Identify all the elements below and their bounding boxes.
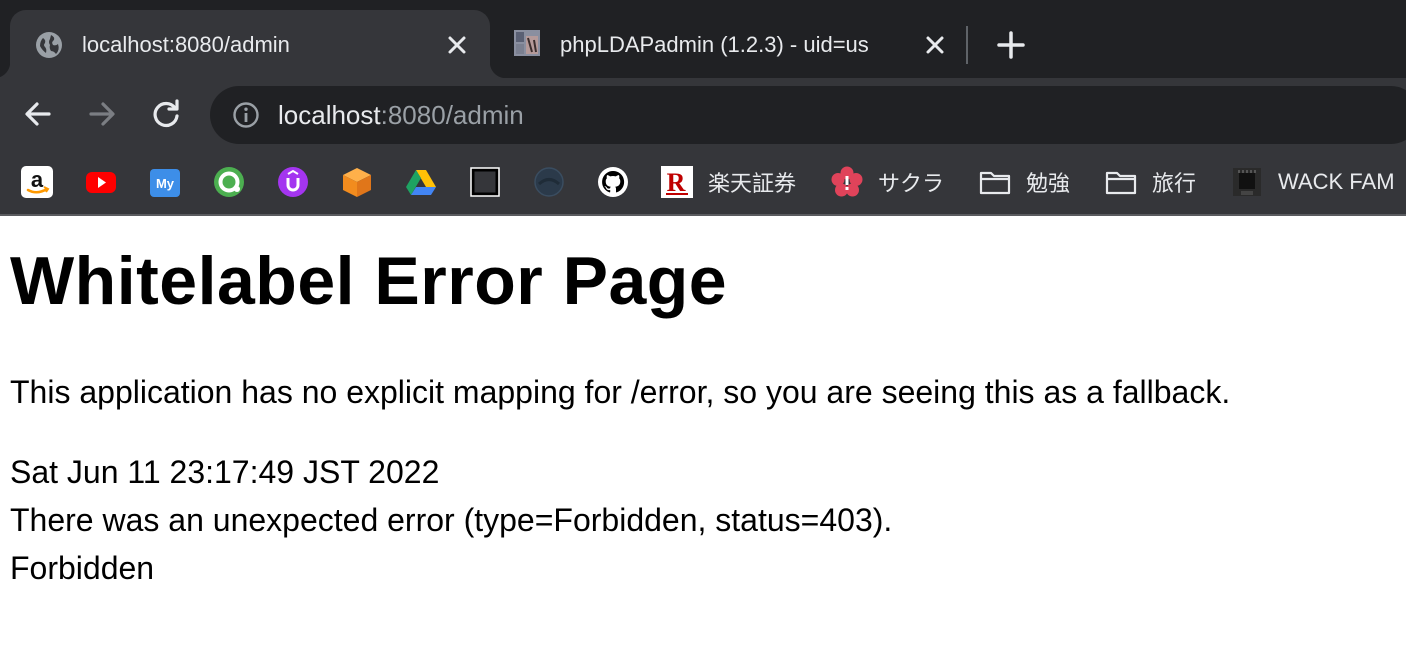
tab-title: localhost:8080/admin [82,32,290,57]
phpldapadmin-favicon [514,30,540,56]
new-tab-plus-icon[interactable] [994,28,1028,62]
tab-localhost-admin[interactable]: localhost:8080/admin [0,10,506,78]
bookmark-label: 旅行 [1152,171,1197,196]
folder-icon [979,171,1011,195]
bookmark-udemy[interactable] [276,164,310,200]
back-arrow-icon[interactable] [20,96,56,132]
error-timestamp: Sat Jun 11 23:17:49 JST 2022 [10,454,440,490]
bookmark-wack[interactable]: WACK FAM [1230,164,1395,200]
url-host: localhost [278,100,381,130]
bookmark-youtube[interactable] [84,164,118,200]
amazon-icon: a [21,166,53,198]
bookmark-rakuten[interactable]: R 楽天証券 [660,164,796,200]
bookmark-label: サクラ [878,171,945,196]
globe-icon [36,32,62,58]
github-icon [598,167,628,197]
close-icon[interactable] [444,32,470,58]
bookmark-sakura[interactable]: サクラ [830,164,944,200]
browser-chrome: localhost:8080/admin phpLDAPadmin (1.2.3… [0,0,1406,216]
bookmark-amazon[interactable]: a [20,164,54,200]
bookmarks-bar: a My R 楽天証券 サクラ 勉強 旅行 WACK FAM [0,150,1406,214]
info-icon[interactable] [232,101,260,129]
page-content: Whitelabel Error Page This application h… [0,216,1406,672]
url-text: localhost:8080/admin [278,99,524,131]
reload-icon[interactable] [148,96,184,132]
tab-separator [966,26,968,64]
bookmark-dark-circle[interactable] [532,164,566,200]
error-message: This application has no explicit mapping… [10,374,1231,410]
udemy-icon [278,167,308,197]
tab-strip: localhost:8080/admin phpLDAPadmin (1.2.3… [0,0,1406,78]
bookmark-label: WACK FAM [1278,169,1395,194]
dark-circle-icon [534,167,564,197]
youtube-icon [86,172,116,193]
green-circle-icon [214,167,244,197]
toolbar: localhost:8080/admin [0,78,1406,150]
rakuten-icon: R [661,166,693,198]
bookmark-green-circle[interactable] [212,164,246,200]
bookmark-square[interactable] [468,164,502,200]
forward-arrow-icon[interactable] [84,96,120,132]
bookmark-folder-study[interactable]: 勉強 [978,164,1070,200]
error-detail: Forbidden [10,550,155,586]
page-title: Whitelabel Error Page [10,243,728,319]
svg-text:R: R [667,168,686,197]
sakura-icon [831,166,863,197]
google-drive-icon [406,170,436,195]
square-outline-icon [470,167,500,197]
svg-text:My: My [156,176,175,191]
close-icon[interactable] [922,32,948,58]
url-path: :8080/admin [380,100,524,130]
bookmark-github[interactable] [596,164,630,200]
bookmark-google-drive[interactable] [404,164,438,200]
bookmark-label: 楽天証券 [708,171,797,196]
svg-text:a: a [31,167,44,192]
wack-icon [1233,168,1261,196]
tab-title: phpLDAPadmin (1.2.3) - uid=us [560,32,869,57]
orange-box-icon [343,168,371,197]
bookmark-orange-box[interactable] [340,164,374,200]
error-description: There was an unexpected error (type=Forb… [10,502,893,538]
folder-icon [1105,171,1137,195]
bookmark-my[interactable]: My [148,164,182,200]
bookmark-folder-travel[interactable]: 旅行 [1104,164,1196,200]
bookmark-label: 勉強 [1026,171,1071,196]
tab-phpldapadmin[interactable]: phpLDAPadmin (1.2.3) - uid=us [498,10,958,78]
address-bar[interactable]: localhost:8080/admin [210,86,1406,144]
my-icon: My [150,169,180,197]
